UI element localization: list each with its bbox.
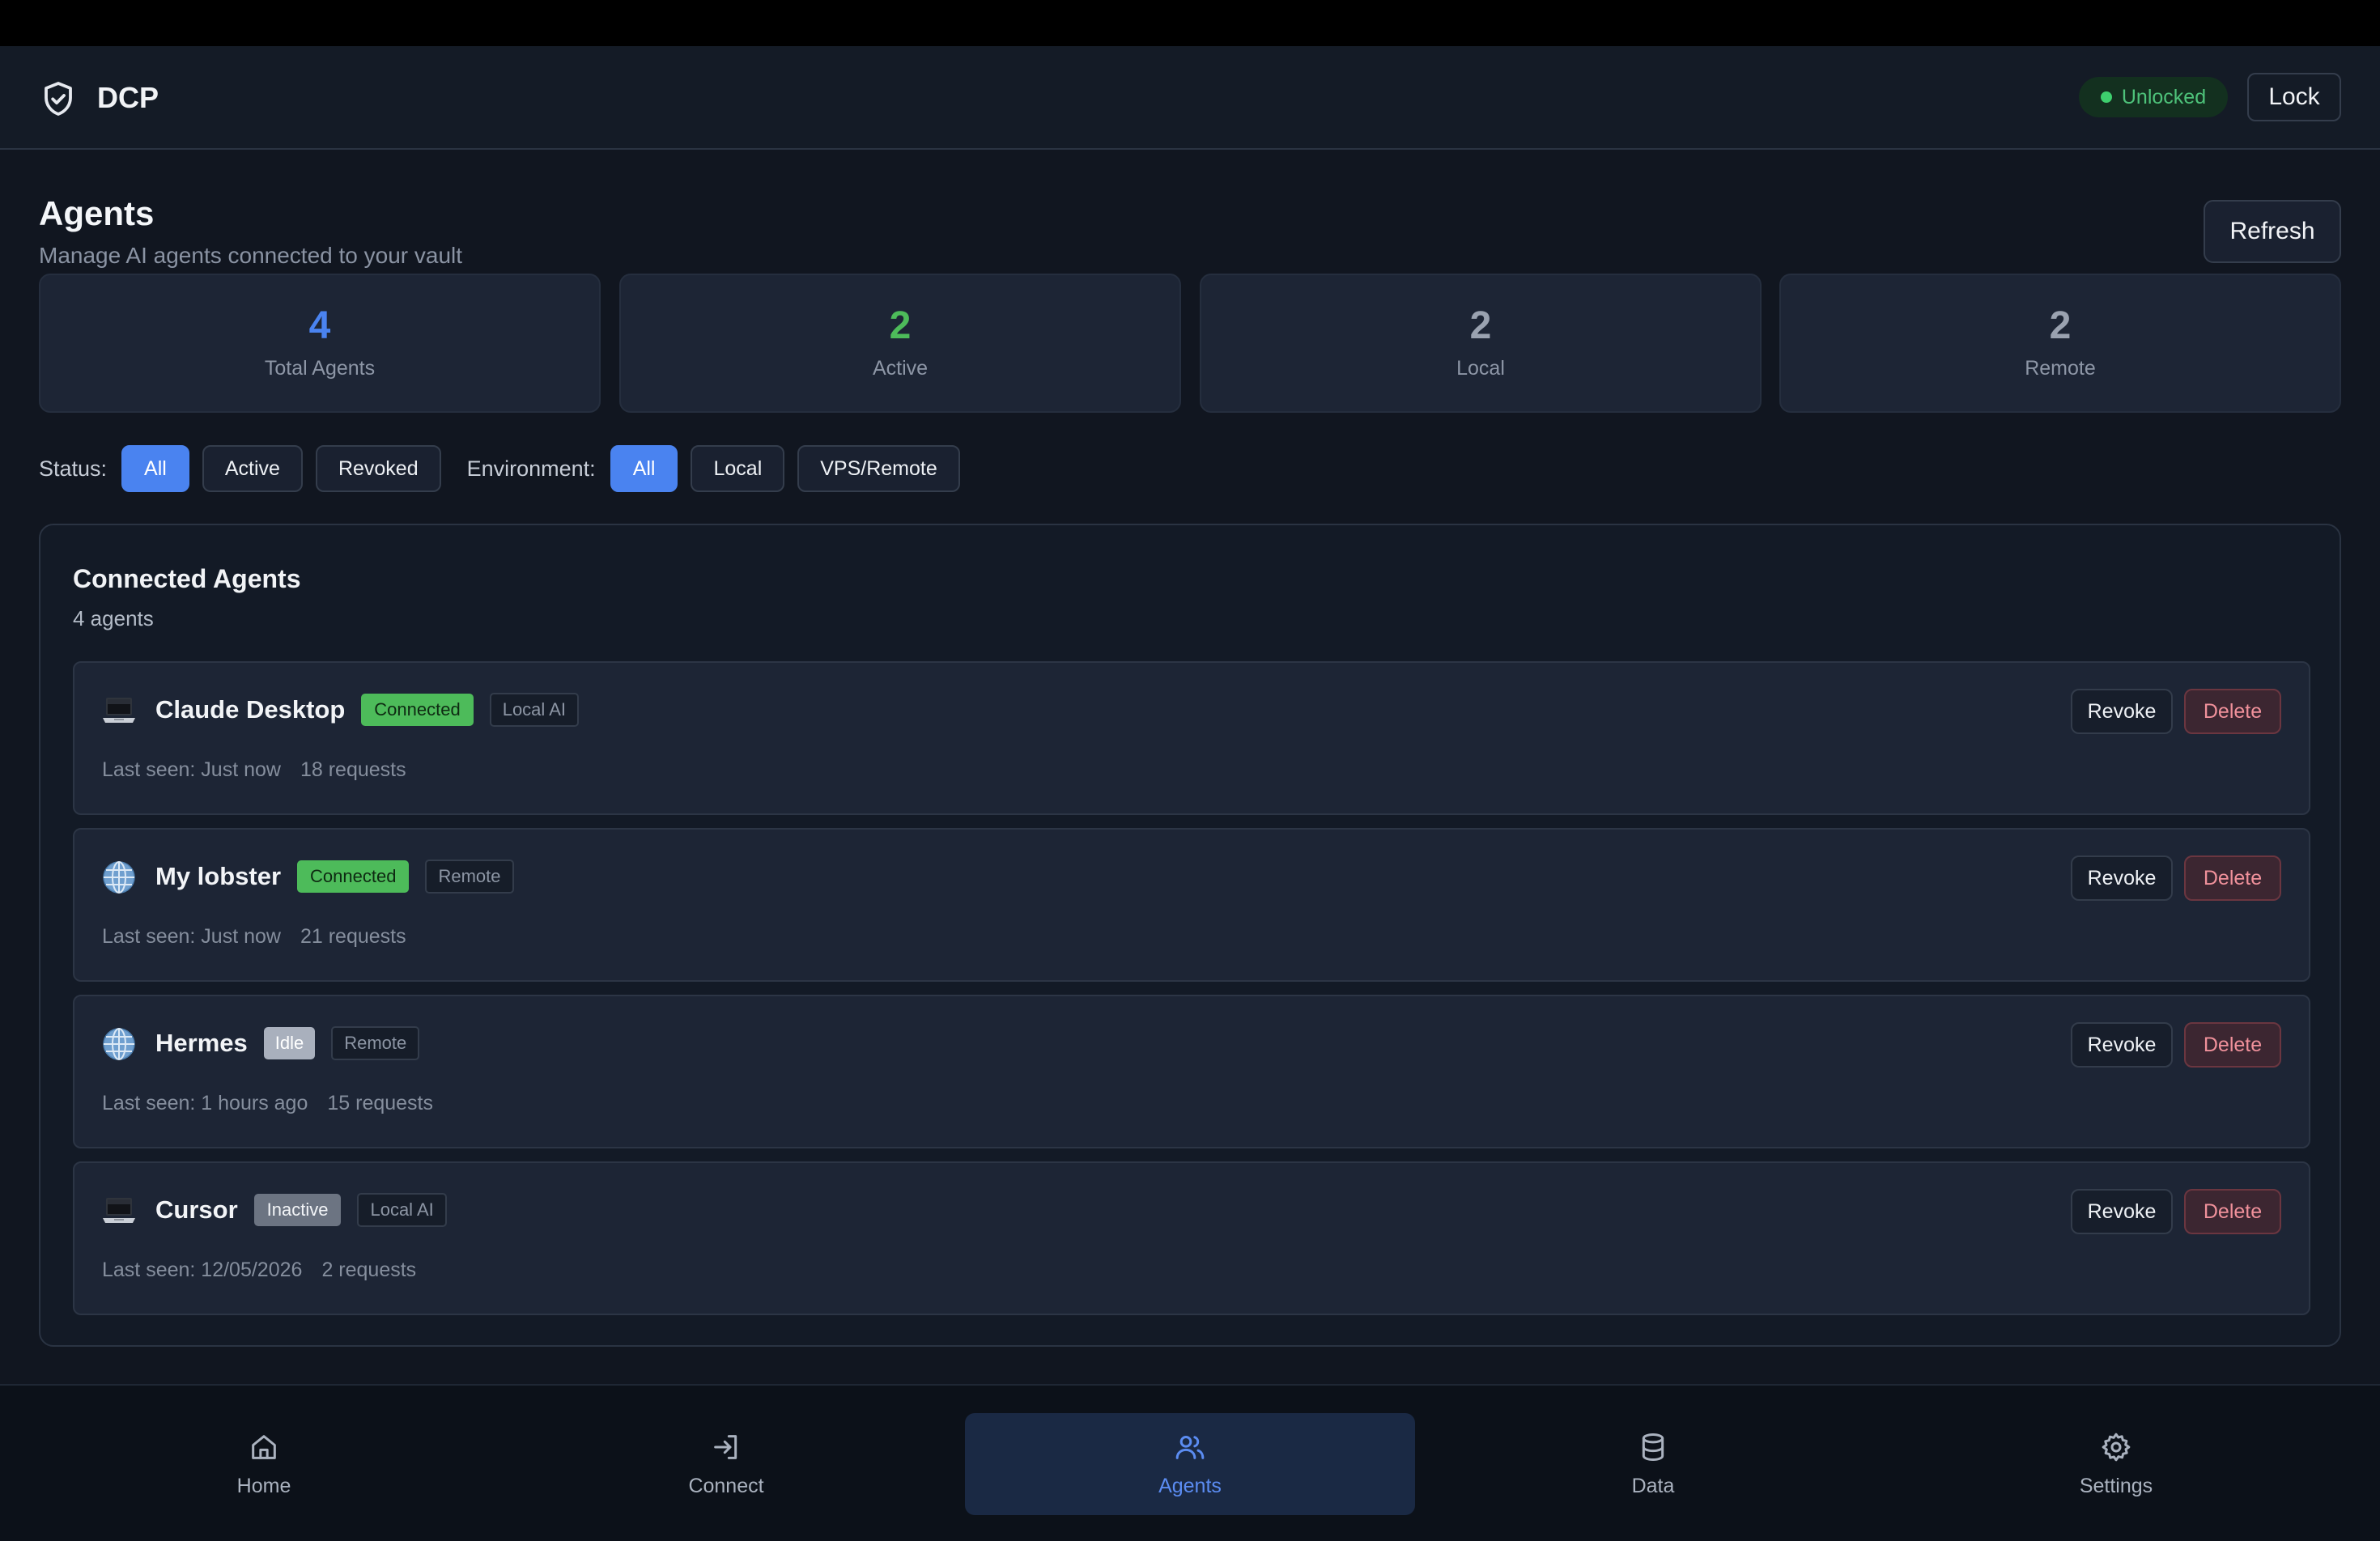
globe-icon <box>102 860 136 894</box>
shield-check-icon <box>45 82 72 116</box>
status-filter-active[interactable]: Active <box>202 445 303 492</box>
status-filter-revoked[interactable]: Revoked <box>315 445 441 492</box>
database-icon <box>1642 1433 1664 1461</box>
panel-title: Connected Agents <box>73 564 301 593</box>
revoke-button[interactable]: Revoke <box>2071 689 2173 734</box>
environment-filter-remote[interactable]: VPS/Remote <box>797 445 960 492</box>
laptop-icon <box>102 1194 136 1228</box>
delete-button[interactable]: Delete <box>2184 855 2281 901</box>
home-icon <box>252 1434 276 1459</box>
agent-environment-badge: Local AI <box>357 1193 447 1227</box>
app-header: DCP Unlocked Lock <box>0 46 2380 150</box>
nav-item-data[interactable]: Data <box>1428 1413 1878 1515</box>
status-dot-icon <box>2100 91 2112 103</box>
stat-value: 4 <box>308 304 331 347</box>
agent-card: Cursor Inactive Local AI Last seen: 12/0… <box>73 1161 2310 1315</box>
lock-button[interactable]: Lock <box>2247 73 2341 121</box>
agent-name: Cursor <box>155 1195 238 1224</box>
agent-requests: 21 requests <box>300 925 406 948</box>
agent-requests: 15 requests <box>327 1092 433 1114</box>
delete-button[interactable]: Delete <box>2184 689 2281 734</box>
agent-card: Claude Desktop Connected Local AI Last s… <box>73 661 2310 815</box>
stat-label: Total Agents <box>264 356 376 380</box>
agent-requests: 18 requests <box>300 758 406 781</box>
stat-value: 2 <box>889 304 912 347</box>
environment-filter-label: Environment: <box>466 456 596 481</box>
stat-card-local: 2 Local <box>1200 274 1762 413</box>
nav-label: Connect <box>688 1474 764 1497</box>
agent-name: Claude Desktop <box>155 695 346 724</box>
connected-agents-panel: Connected Agents 4 agents Claude Desktop… <box>39 524 2341 1347</box>
stat-card-active: 2 Active <box>619 274 1181 413</box>
nav-item-agents[interactable]: Agents <box>965 1413 1415 1515</box>
agent-last-seen: Last seen: Just now <box>102 758 281 781</box>
nav-label: Settings <box>2079 1474 2153 1497</box>
agent-requests: 2 requests <box>321 1259 417 1281</box>
stat-card-remote: 2 Remote <box>1779 274 2341 413</box>
agent-card: My lobster Connected Remote Last seen: J… <box>73 828 2310 982</box>
agent-status-badge: Connected <box>297 860 410 893</box>
agent-environment-badge: Local AI <box>489 693 579 727</box>
agent-last-seen: Last seen: Just now <box>102 925 281 948</box>
nav-label: Home <box>236 1474 291 1497</box>
gear-icon <box>2102 1433 2131 1461</box>
filter-bar: Status: All Active Revoked Environment: … <box>39 444 960 493</box>
laptop-icon <box>102 694 136 728</box>
users-icon <box>1175 1435 1205 1459</box>
delete-button[interactable]: Delete <box>2184 1022 2281 1068</box>
stat-value: 2 <box>1469 304 1492 347</box>
agent-status-badge: Connected <box>361 694 474 726</box>
revoke-button[interactable]: Revoke <box>2071 855 2173 901</box>
bottom-navigation: Home Connect Agents Data Settings <box>0 1384 2380 1541</box>
agent-name: My lobster <box>155 862 282 890</box>
agent-status-badge: Inactive <box>253 1194 342 1226</box>
nav-label: Agents <box>1158 1474 1222 1497</box>
revoke-button[interactable]: Revoke <box>2071 1022 2173 1068</box>
agent-name: Hermes <box>155 1029 248 1057</box>
vault-status-label: Unlocked <box>2121 85 2207 108</box>
environment-filter-local[interactable]: Local <box>691 445 785 492</box>
nav-label: Data <box>1631 1474 1675 1497</box>
login-icon <box>714 1434 737 1459</box>
revoke-button[interactable]: Revoke <box>2071 1189 2173 1234</box>
agent-environment-badge: Remote <box>331 1026 420 1060</box>
page-subtitle: Manage AI agents connected to your vault <box>39 243 463 268</box>
status-filter-label: Status: <box>39 456 108 481</box>
stat-label: Remote <box>2025 356 2096 380</box>
agent-status-badge: Idle <box>263 1027 316 1059</box>
app-name: DCP <box>97 81 159 114</box>
globe-icon <box>102 1027 136 1061</box>
environment-filter-all[interactable]: All <box>610 445 678 492</box>
nav-item-home[interactable]: Home <box>39 1413 489 1515</box>
vault-status-badge: Unlocked <box>2079 77 2228 117</box>
status-filter-all[interactable]: All <box>121 445 189 492</box>
agent-card: Hermes Idle Remote Last seen: 1 hours ag… <box>73 995 2310 1148</box>
agent-last-seen: Last seen: 1 hours ago <box>102 1092 308 1114</box>
agent-last-seen: Last seen: 12/05/2026 <box>102 1259 303 1281</box>
stat-card-total: 4 Total Agents <box>39 274 601 413</box>
agent-environment-badge: Remote <box>425 860 514 894</box>
stat-label: Active <box>872 356 929 380</box>
stat-label: Local <box>1456 356 1505 380</box>
nav-item-connect[interactable]: Connect <box>501 1413 951 1515</box>
delete-button[interactable]: Delete <box>2184 1189 2281 1234</box>
window-top-strip <box>0 0 2380 46</box>
page-title: Agents <box>39 194 155 232</box>
nav-item-settings[interactable]: Settings <box>1891 1413 2341 1515</box>
refresh-button[interactable]: Refresh <box>2204 200 2341 263</box>
agent-count: 4 agents <box>73 606 154 630</box>
stat-value: 2 <box>2049 304 2072 347</box>
